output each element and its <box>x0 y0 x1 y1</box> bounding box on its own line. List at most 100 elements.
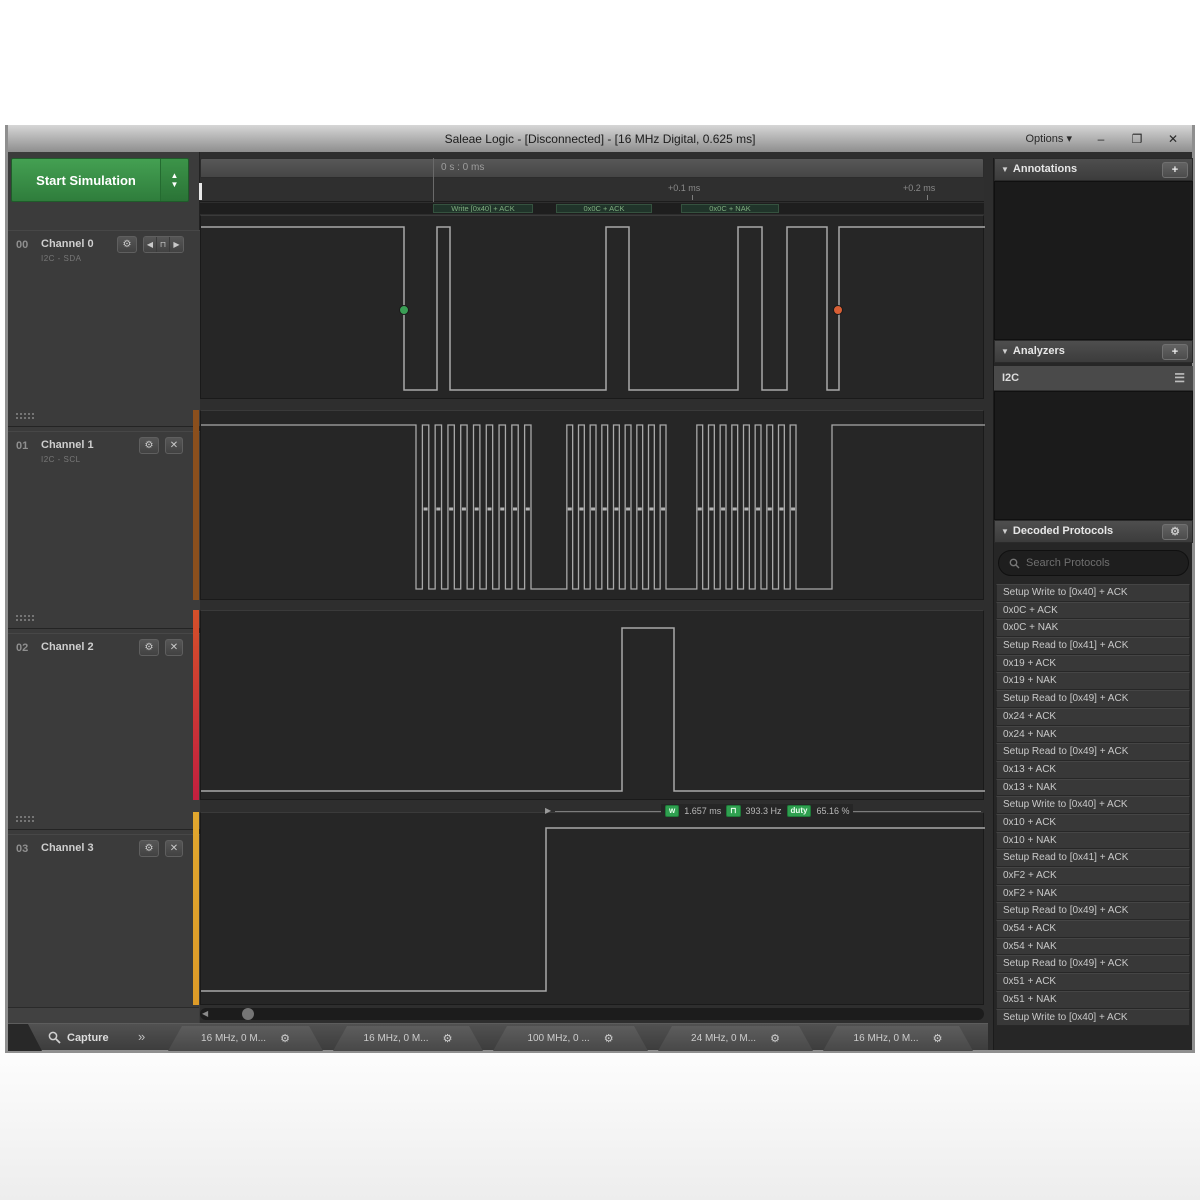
search-placeholder: Search Protocols <box>1026 557 1110 569</box>
spin-down-icon[interactable]: ▼ <box>171 180 179 189</box>
capture-label: Capture <box>67 1032 109 1044</box>
channel-settings-button[interactable]: ⚙ <box>139 840 159 857</box>
channel-remove-button[interactable]: ✕ <box>165 639 183 656</box>
i2c-decode-bubble[interactable]: 0x0C + ACK <box>556 204 652 213</box>
channel-remove-button[interactable]: ✕ <box>165 437 183 454</box>
scrollbar-thumb[interactable] <box>242 1008 254 1020</box>
channel-settings-button[interactable]: ⚙ <box>139 639 159 656</box>
annotations-header[interactable]: ▼Annotations + <box>994 158 1193 181</box>
channel-row-3: 03 Channel 3 ⚙ ✕ <box>8 834 200 1034</box>
expand-tabs-icon[interactable]: » <box>138 1029 145 1044</box>
protocol-row[interactable]: 0x19 + ACK <box>996 655 1190 673</box>
options-menu[interactable]: Options ▾ <box>1020 130 1079 147</box>
device-tab[interactable]: 24 MHz, 0 M...⚙ <box>658 1026 813 1051</box>
capture-tab[interactable]: Capture <box>48 1024 109 1051</box>
analyzers-title: Analyzers <box>1013 345 1065 357</box>
gear-icon[interactable]: ⚙ <box>604 1032 614 1045</box>
protocol-row[interactable]: Setup Read to [0x49] + ACK <box>996 743 1190 761</box>
width-badge-icon: w <box>665 805 679 817</box>
timeline-ruler[interactable]: 0 s : 0 ms <box>200 158 984 178</box>
channel-row-2: 02 Channel 2 ⚙ ✕ <box>8 633 200 830</box>
capture-icon <box>48 1031 61 1044</box>
timeline-cursor[interactable] <box>199 183 202 200</box>
timeline-tick-row[interactable]: +0.1 ms +0.2 ms <box>200 178 984 202</box>
analyzer-item-i2c[interactable]: I2C ☰ <box>994 366 1193 391</box>
channel-remove-button[interactable]: ✕ <box>165 840 183 857</box>
add-analyzer-button[interactable]: + <box>1162 344 1188 360</box>
protocol-row[interactable]: Setup Read to [0x41] + ACK <box>996 637 1190 655</box>
protocol-row[interactable]: 0xF2 + NAK <box>996 885 1190 903</box>
device-label: 16 MHz, 0 M... <box>854 1033 919 1044</box>
channel-settings-button[interactable]: ⚙ <box>139 437 159 454</box>
channel-name: Channel 2 <box>41 641 94 653</box>
waveform-ch2 <box>201 611 985 801</box>
protocol-row[interactable]: 0x54 + ACK <box>996 920 1190 938</box>
next-edge-icon[interactable]: ▶ <box>170 237 183 252</box>
protocol-row[interactable]: Setup Write to [0x40] + ACK <box>996 1009 1190 1027</box>
spin-up-icon[interactable]: ▲ <box>171 171 179 180</box>
protocol-row[interactable]: 0x0C + ACK <box>996 602 1190 620</box>
i2c-decode-bubble[interactable]: 0x0C + NAK <box>681 204 779 213</box>
analyzers-header[interactable]: ▼Analyzers + <box>994 340 1193 363</box>
i2c-decode-bubble[interactable]: Write [0x40] + ACK <box>433 204 533 213</box>
protocol-row[interactable]: 0x24 + NAK <box>996 726 1190 744</box>
protocol-row[interactable]: 0x0C + NAK <box>996 619 1190 637</box>
decoded-settings-button[interactable]: ⚙ <box>1162 524 1188 540</box>
protocol-row[interactable]: 0x19 + NAK <box>996 672 1190 690</box>
protocol-row[interactable]: 0x51 + NAK <box>996 991 1190 1009</box>
channel-row-1: 01 Channel 1 I2C - SCL ⚙ ✕ <box>8 431 200 629</box>
channel-settings-button[interactable]: ⚙ <box>117 236 137 253</box>
add-annotation-button[interactable]: + <box>1162 162 1188 178</box>
decode-bubble-row: Write [0x40] + ACK 0x0C + ACK 0x0C + NAK <box>200 203 984 214</box>
search-protocols-input[interactable]: Search Protocols <box>998 550 1189 576</box>
protocol-row[interactable]: Setup Read to [0x49] + ACK <box>996 955 1190 973</box>
protocol-row[interactable]: Setup Write to [0x40] + ACK <box>996 584 1190 602</box>
window-title: Saleae Logic - [Disconnected] - [16 MHz … <box>8 132 1192 146</box>
protocol-row[interactable]: Setup Read to [0x49] + ACK <box>996 902 1190 920</box>
row-resize-grip[interactable] <box>15 412 35 421</box>
scroll-left-icon[interactable]: ◀ <box>202 1009 208 1018</box>
start-options-spinner[interactable]: ▲ ▼ <box>160 159 188 201</box>
row-resize-grip[interactable] <box>15 614 35 623</box>
protocol-row[interactable]: 0x10 + NAK <box>996 832 1190 850</box>
gear-icon[interactable]: ⚙ <box>770 1032 780 1045</box>
gear-icon[interactable]: ⚙ <box>933 1032 943 1045</box>
waveform-pane-ch0[interactable] <box>200 215 984 399</box>
protocol-row[interactable]: 0x13 + ACK <box>996 761 1190 779</box>
gear-icon[interactable]: ⚙ <box>443 1032 453 1045</box>
frequency-value: 393.3 Hz <box>746 806 782 816</box>
protocol-row[interactable]: 0x24 + ACK <box>996 708 1190 726</box>
restore-button[interactable]: ❐ <box>1124 130 1150 148</box>
edge-nav-group[interactable]: ◀ ⊓ ▶ <box>143 236 184 253</box>
device-tab[interactable]: 100 MHz, 0 ...⚙ <box>493 1026 648 1051</box>
protocol-row[interactable]: 0x51 + ACK <box>996 973 1190 991</box>
device-tab[interactable]: 16 MHz, 0 M... ⚙ <box>333 1026 483 1051</box>
horizontal-scrollbar[interactable]: ◀ <box>200 1008 984 1020</box>
channel-index: 00 <box>16 239 28 251</box>
protocol-row[interactable]: Setup Read to [0x41] + ACK <box>996 849 1190 867</box>
analyzer-menu-icon[interactable]: ☰ <box>1174 366 1185 390</box>
protocol-row[interactable]: Setup Write to [0x40] + ACK <box>996 796 1190 814</box>
device-label: 16 MHz, 0 M... <box>364 1033 429 1044</box>
waveform-pane-ch2[interactable] <box>200 610 984 800</box>
device-tab[interactable]: 16 MHz, 0 M... ⚙ <box>823 1026 973 1051</box>
waveform-pane-ch3[interactable] <box>200 812 984 1005</box>
minimize-button[interactable]: – <box>1088 130 1114 148</box>
close-button[interactable]: ✕ <box>1160 130 1186 148</box>
timeline-origin-line <box>433 158 434 202</box>
protocol-row[interactable]: 0x10 + ACK <box>996 814 1190 832</box>
prev-edge-icon[interactable]: ◀ <box>144 237 157 252</box>
protocol-row[interactable]: Setup Read to [0x49] + ACK <box>996 690 1190 708</box>
pulse-icon[interactable]: ⊓ <box>157 237 170 252</box>
row-resize-grip[interactable] <box>15 815 35 824</box>
decoded-protocols-header[interactable]: ▼Decoded Protocols ⚙ <box>994 520 1193 543</box>
device-tab[interactable]: 16 MHz, 0 M...⚙ <box>168 1026 323 1051</box>
start-simulation-button[interactable]: Start Simulation <box>12 159 160 201</box>
collapse-triangle-icon: ▼ <box>1001 165 1009 174</box>
protocol-row[interactable]: 0x54 + NAK <box>996 938 1190 956</box>
protocol-row[interactable]: 0x13 + NAK <box>996 779 1190 797</box>
channel-sidebar: Start Simulation ▲ ▼ 00 Channel 0 I2C - … <box>8 152 200 1023</box>
protocol-row[interactable]: 0xF2 + ACK <box>996 867 1190 885</box>
waveform-pane-ch1[interactable] <box>200 410 984 600</box>
gear-icon[interactable]: ⚙ <box>280 1032 290 1045</box>
